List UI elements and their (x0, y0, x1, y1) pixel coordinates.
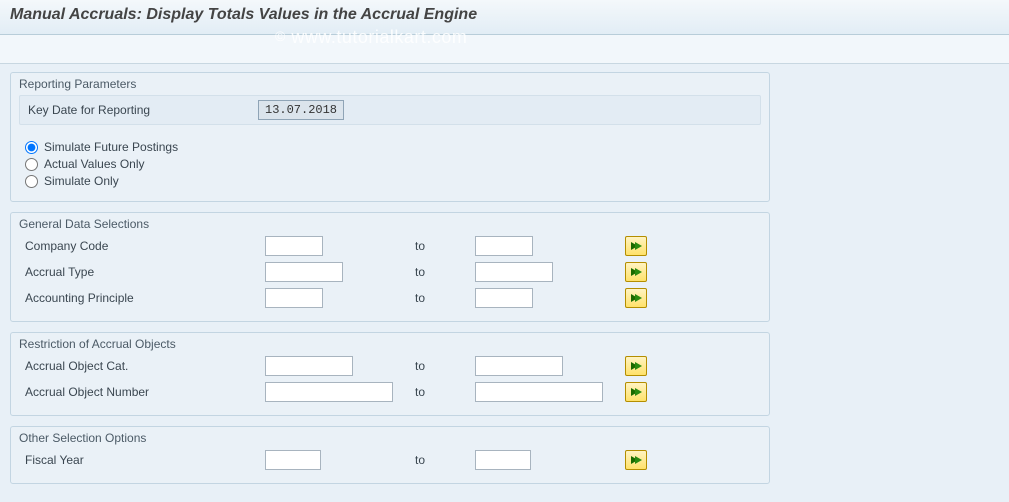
group-legend-other: Other Selection Options (19, 431, 761, 445)
input-accounting-principle-from[interactable] (265, 288, 323, 308)
row-accrual-object-cat: Accrual Object Cat. to (19, 355, 761, 377)
toolbar-strip: © www.tutorialkart.com (0, 35, 1009, 64)
group-legend-general: General Data Selections (19, 217, 761, 231)
input-accrual-type-from[interactable] (265, 262, 343, 282)
input-accrual-object-number-to[interactable] (475, 382, 603, 402)
label-accrual-object-number: Accrual Object Number (19, 385, 265, 399)
label-accrual-type: Accrual Type (19, 265, 265, 279)
restriction-grid: Accrual Object Cat. to Accrual Object Nu… (19, 355, 761, 403)
group-legend-restriction: Restriction of Accrual Objects (19, 337, 761, 351)
input-fiscal-year-from[interactable] (265, 450, 321, 470)
general-grid: Company Code to Accrual Type to Accounti… (19, 235, 761, 309)
page-title: Manual Accruals: Display Totals Values i… (10, 6, 999, 24)
arrow-right-icon (630, 387, 642, 397)
multiple-selection-button[interactable] (625, 382, 647, 402)
other-grid: Fiscal Year to (19, 449, 761, 471)
arrow-right-icon (630, 293, 642, 303)
group-legend-reporting: Reporting Parameters (19, 77, 761, 91)
group-general-data-selections: General Data Selections Company Code to … (10, 212, 770, 322)
radio-simulate-future[interactable]: Simulate Future Postings (25, 140, 759, 154)
multiple-selection-button[interactable] (625, 288, 647, 308)
posting-mode-radio-group: Simulate Future Postings Actual Values O… (19, 131, 761, 193)
label-accounting-principle: Accounting Principle (19, 291, 265, 305)
input-company-code-to[interactable] (475, 236, 533, 256)
to-label-company-code: to (415, 239, 475, 253)
to-label-fiscal-year: to (415, 453, 475, 467)
arrow-right-icon (630, 361, 642, 371)
to-label-accrual-object-number: to (415, 385, 475, 399)
multiple-selection-button[interactable] (625, 450, 647, 470)
group-restriction-accrual-objects: Restriction of Accrual Objects Accrual O… (10, 332, 770, 416)
multiple-selection-button[interactable] (625, 236, 647, 256)
radio-simulate-future-input[interactable] (25, 141, 38, 154)
radio-simulate-only-input[interactable] (25, 175, 38, 188)
row-accrual-type: Accrual Type to (19, 261, 761, 283)
radio-simulate-only-label: Simulate Only (44, 174, 119, 188)
radio-actual-only[interactable]: Actual Values Only (25, 157, 759, 171)
row-accounting-principle: Accounting Principle to (19, 287, 761, 309)
multiple-selection-button[interactable] (625, 262, 647, 282)
radio-actual-only-input[interactable] (25, 158, 38, 171)
arrow-right-icon (630, 241, 642, 251)
to-label-accrual-object-cat: to (415, 359, 475, 373)
radio-simulate-only[interactable]: Simulate Only (25, 174, 759, 188)
row-accrual-object-number: Accrual Object Number to (19, 381, 761, 403)
keydate-value[interactable]: 13.07.2018 (258, 100, 344, 120)
row-fiscal-year: Fiscal Year to (19, 449, 761, 471)
label-company-code: Company Code (19, 239, 265, 253)
group-reporting-parameters: Reporting Parameters Key Date for Report… (10, 72, 770, 202)
group-other-selection-options: Other Selection Options Fiscal Year to (10, 426, 770, 484)
input-fiscal-year-to[interactable] (475, 450, 531, 470)
label-fiscal-year: Fiscal Year (19, 453, 265, 467)
title-bar: Manual Accruals: Display Totals Values i… (0, 0, 1009, 35)
keydate-row: Key Date for Reporting 13.07.2018 (19, 95, 761, 125)
to-label-accrual-type: to (415, 265, 475, 279)
input-accrual-object-cat-to[interactable] (475, 356, 563, 376)
input-accrual-object-number-from[interactable] (265, 382, 393, 402)
arrow-right-icon (630, 267, 642, 277)
keydate-label: Key Date for Reporting (28, 103, 258, 117)
to-label-accounting-principle: to (415, 291, 475, 305)
input-accounting-principle-to[interactable] (475, 288, 533, 308)
content-area: Reporting Parameters Key Date for Report… (0, 64, 780, 502)
radio-simulate-future-label: Simulate Future Postings (44, 140, 178, 154)
input-accrual-object-cat-from[interactable] (265, 356, 353, 376)
input-accrual-type-to[interactable] (475, 262, 553, 282)
arrow-right-icon (630, 455, 642, 465)
row-company-code: Company Code to (19, 235, 761, 257)
label-accrual-object-cat: Accrual Object Cat. (19, 359, 265, 373)
radio-actual-only-label: Actual Values Only (44, 157, 145, 171)
multiple-selection-button[interactable] (625, 356, 647, 376)
input-company-code-from[interactable] (265, 236, 323, 256)
